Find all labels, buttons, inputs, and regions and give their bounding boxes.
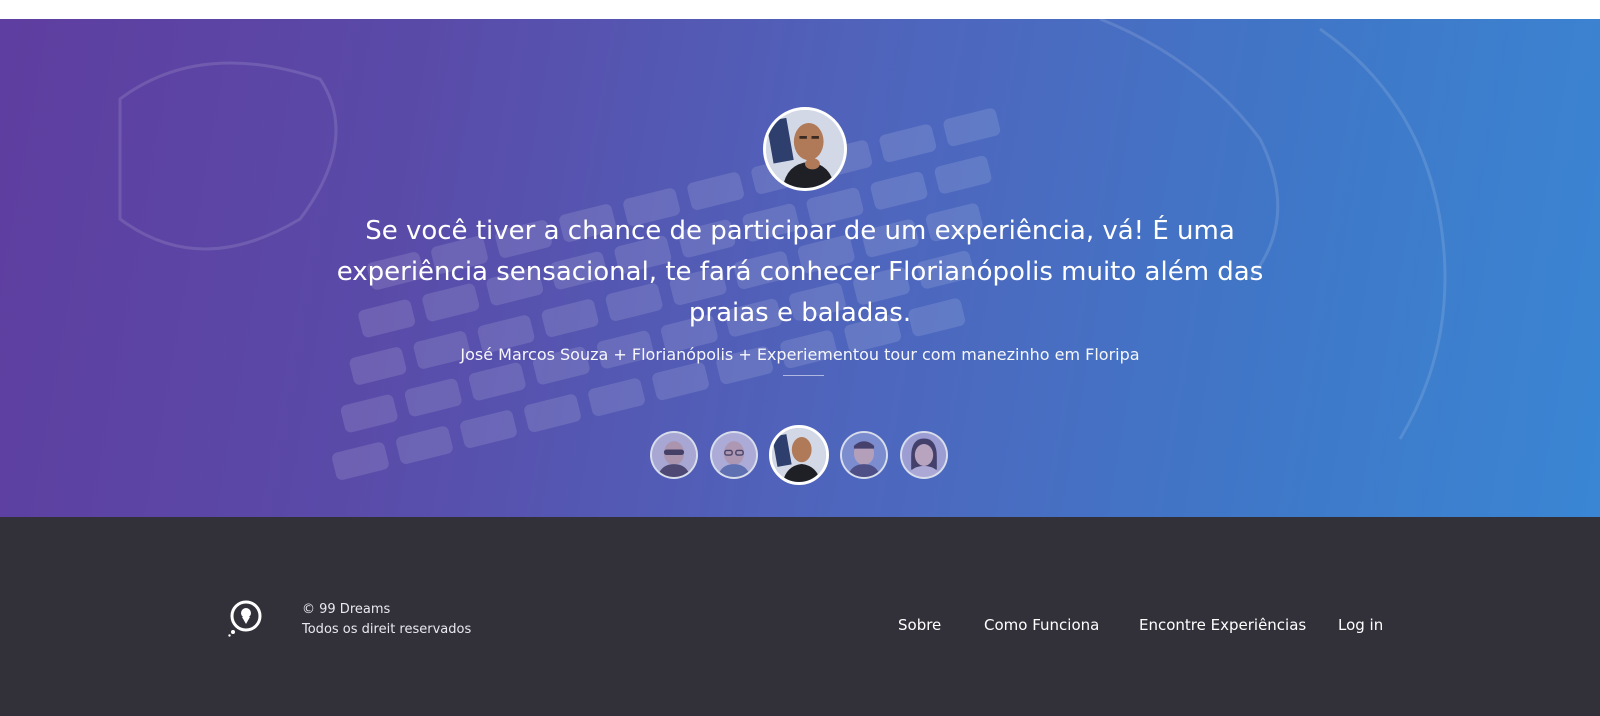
testimonial-thumb-1[interactable] xyxy=(650,431,698,479)
footer-link-login[interactable]: Log in xyxy=(1338,615,1383,635)
copyright-text: © 99 Dreams xyxy=(302,602,391,617)
top-bar xyxy=(0,0,1600,19)
testimonial-thumb-2[interactable] xyxy=(710,431,758,479)
testimonial-section: Se você tiver a chance de participar de … xyxy=(0,19,1600,517)
testimonial-thumb-3[interactable] xyxy=(769,425,829,485)
testimonial-quote: Se você tiver a chance de participar de … xyxy=(336,216,1264,328)
footer-link-encontre-experiencias[interactable]: Encontre Experiências xyxy=(1139,615,1306,635)
footer: © 99 Dreams Todos os direit reservados S… xyxy=(0,517,1600,716)
testimonial-attribution: José Marcos Souza + Florianópolis + Expe… xyxy=(460,345,1140,364)
testimonial-author-avatar xyxy=(763,107,847,191)
testimonial-selector xyxy=(0,423,1600,489)
footer-link-sobre[interactable]: Sobre xyxy=(898,615,941,635)
divider xyxy=(783,375,824,376)
rights-text: Todos os direit reservados xyxy=(302,622,472,637)
99-dreams-logo-icon[interactable] xyxy=(228,599,264,637)
testimonial-thumb-4[interactable] xyxy=(840,431,888,479)
testimonial-thumb-5[interactable] xyxy=(900,431,948,479)
copyright-block: © 99 Dreams Todos os direit reservados xyxy=(302,600,471,640)
footer-link-como-funciona[interactable]: Como Funciona xyxy=(984,615,1099,635)
